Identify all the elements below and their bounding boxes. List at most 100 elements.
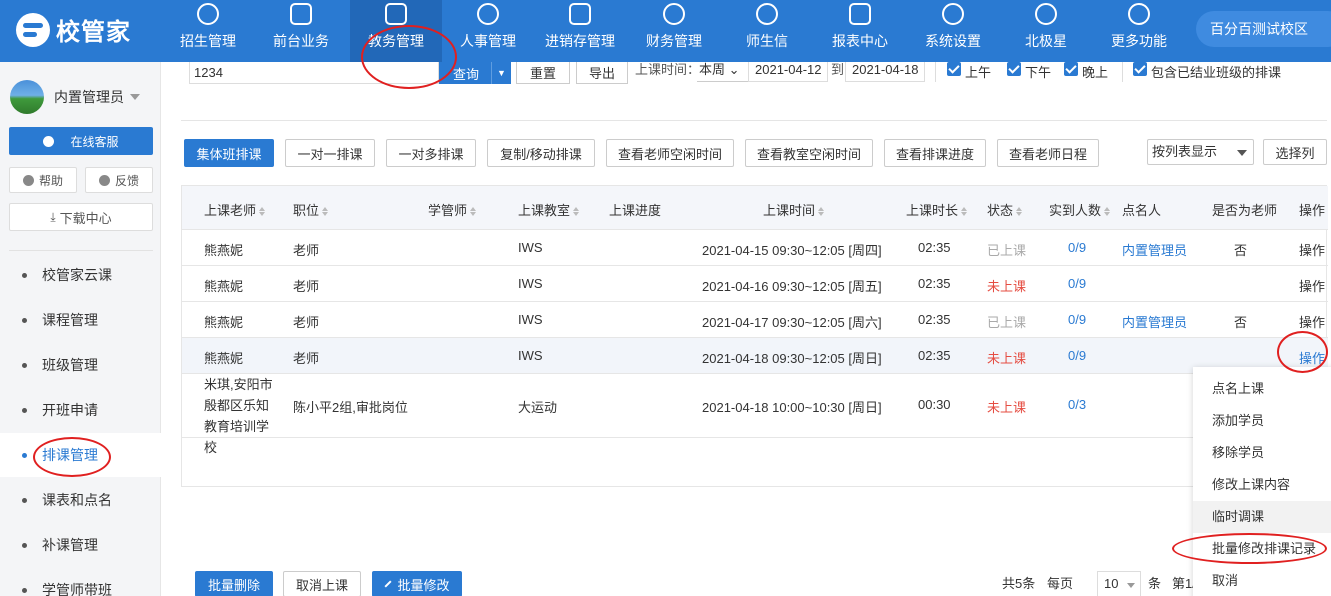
- header-duration[interactable]: 上课时长: [906, 200, 968, 219]
- menu-item-remove-student[interactable]: 移除学员: [1193, 437, 1331, 469]
- sidebar-item-makeup[interactable]: 补课管理: [0, 523, 161, 567]
- reset-button[interactable]: 重置: [516, 62, 570, 84]
- view-mode-select[interactable]: 按列表显示: [1147, 139, 1254, 165]
- header-advisor[interactable]: 学管师: [428, 200, 477, 219]
- copy-move-schedule-button[interactable]: 复制/移动排课: [487, 139, 595, 167]
- cell-caller[interactable]: 内置管理员: [1122, 240, 1187, 259]
- cell-attendance[interactable]: 0/3: [1068, 397, 1086, 412]
- choose-columns-button[interactable]: 选择列: [1263, 139, 1327, 165]
- header-attendance[interactable]: 实到人数: [1049, 200, 1111, 219]
- download-center-button[interactable]: ⤓ 下载中心: [9, 203, 153, 231]
- help-icon: [22, 174, 34, 186]
- batch-delete-button[interactable]: 批量删除: [195, 571, 273, 596]
- week-select[interactable]: 本周 ⌄: [697, 62, 749, 82]
- cell-position: 陈小平2组,审批岗位: [293, 400, 408, 415]
- header-time[interactable]: 上课时间: [763, 200, 825, 219]
- table-row[interactable]: 熊燕妮 老师 IWS 2021-04-15 09:30~12:05 [周四] 0…: [182, 230, 1328, 266]
- sort-icon: [322, 207, 329, 217]
- nav-label: 财务管理: [646, 33, 702, 49]
- sort-icon: [470, 207, 477, 217]
- evening-checkbox[interactable]: 晚上: [1064, 62, 1108, 81]
- checkbox-label: 晚上: [1082, 65, 1109, 80]
- sidebar-item-label: 课程管理: [42, 312, 98, 328]
- table-row[interactable]: 米琪,安阳市殷都区乐知教育培训学校 陈小平2组,审批岗位 大运动 2021-04…: [182, 374, 1328, 455]
- avatar: [10, 80, 44, 114]
- afternoon-checkbox[interactable]: 下午: [1007, 62, 1051, 81]
- nav-item-messages[interactable]: 师生信: [727, 0, 807, 62]
- checkbox-label: 包含已结业班级的排课: [1151, 65, 1282, 80]
- header-position[interactable]: 职位: [293, 200, 329, 219]
- nav-item-enrollment[interactable]: 招生管理: [168, 0, 248, 62]
- feedback-button[interactable]: 反馈: [85, 167, 153, 193]
- feedback-label: 反馈: [114, 173, 139, 188]
- operation-link[interactable]: 操作: [1299, 276, 1325, 295]
- operation-link[interactable]: 操作: [1299, 312, 1325, 331]
- menu-item-cancel[interactable]: 取消: [1193, 565, 1331, 596]
- nav-item-frontdesk[interactable]: 前台业务: [261, 0, 341, 62]
- morning-checkbox[interactable]: 上午: [947, 62, 991, 81]
- nav-label: 系统设置: [925, 33, 981, 49]
- cell-duration: 00:30: [918, 397, 951, 412]
- cell-duration: 02:35: [918, 312, 951, 327]
- nav-item-finance[interactable]: 财务管理: [634, 0, 714, 62]
- cancel-class-button[interactable]: 取消上课: [283, 571, 361, 596]
- cell-caller[interactable]: 内置管理员: [1122, 312, 1187, 331]
- cell-attendance[interactable]: 0/9: [1068, 348, 1086, 363]
- include-closed-checkbox[interactable]: 包含已结业班级的排课: [1133, 62, 1281, 81]
- operation-link[interactable]: 操作: [1299, 240, 1325, 259]
- bar-chart-icon: [849, 3, 871, 25]
- nav-item-hr[interactable]: 人事管理: [448, 0, 528, 62]
- cell-time: 2021-04-18 10:00~10:30 [周日]: [702, 400, 882, 415]
- sidebar-item-class[interactable]: 班级管理: [0, 343, 161, 387]
- sidebar-item-timetable[interactable]: 课表和点名: [0, 478, 161, 522]
- nav-item-reports[interactable]: 报表中心: [820, 0, 900, 62]
- header-teacher[interactable]: 上课老师: [204, 200, 266, 219]
- cell-attendance[interactable]: 0/9: [1068, 240, 1086, 255]
- batch-edit-button[interactable]: 批量修改: [372, 571, 462, 596]
- schedule-progress-button[interactable]: 查看排课进度: [884, 139, 986, 167]
- nav-item-inventory[interactable]: 进销存管理: [540, 0, 620, 62]
- table-row[interactable]: 熊燕妮 老师 IWS 2021-04-18 09:30~12:05 [周日] 0…: [182, 338, 1328, 374]
- nav-item-settings[interactable]: 系统设置: [913, 0, 993, 62]
- header-room[interactable]: 上课教室: [518, 200, 580, 219]
- nav-label: 更多功能: [1111, 33, 1167, 49]
- page-size-select[interactable]: 10: [1097, 571, 1141, 596]
- one-to-one-schedule-button[interactable]: 一对一排课: [285, 139, 375, 167]
- user-name: 内置管理员: [54, 89, 124, 105]
- chevron-down-icon: [1237, 150, 1247, 156]
- campus-selector[interactable]: 百分百测试校区: [1196, 11, 1331, 47]
- menu-item-roll-call[interactable]: 点名上课: [1193, 373, 1331, 405]
- cell-attendance[interactable]: 0/9: [1068, 276, 1086, 291]
- cell-attendance[interactable]: 0/9: [1068, 312, 1086, 327]
- date-to-input[interactable]: 2021-04-18: [845, 62, 925, 82]
- table-row[interactable]: 熊燕妮 老师 IWS 2021-04-17 09:30~12:05 [周六] 0…: [182, 302, 1328, 338]
- nav-item-more[interactable]: 更多功能: [1099, 0, 1179, 62]
- sidebar-item-advisor[interactable]: 学管师带班: [0, 568, 161, 596]
- cell-teacher: 熊燕妮: [204, 351, 244, 366]
- menu-item-edit-content[interactable]: 修改上课内容: [1193, 469, 1331, 501]
- export-button[interactable]: 导出: [576, 62, 628, 84]
- app-name: 校管家: [56, 19, 131, 46]
- date-from-input[interactable]: 2021-04-12: [748, 62, 828, 82]
- menu-item-temp-reschedule[interactable]: 临时调课: [1193, 501, 1331, 533]
- nav-item-polaris[interactable]: 北极星: [1006, 0, 1086, 62]
- bullet-icon: [22, 498, 27, 503]
- teacher-free-time-button[interactable]: 查看老师空闲时间: [606, 139, 734, 167]
- one-to-many-schedule-button[interactable]: 一对多排课: [386, 139, 476, 167]
- sidebar-item-course[interactable]: 课程管理: [0, 298, 161, 342]
- header-status[interactable]: 状态: [987, 200, 1023, 219]
- menu-item-add-student[interactable]: 添加学员: [1193, 405, 1331, 437]
- app-logo[interactable]: 校管家: [16, 12, 131, 47]
- teacher-schedule-button[interactable]: 查看老师日程: [997, 139, 1099, 167]
- cell-room: IWS: [518, 348, 543, 363]
- main-content: 查询 ▼ 重置 导出 上课时间： 本周 ⌄ 2021-04-12 到 2021-…: [161, 62, 1331, 596]
- room-free-time-button[interactable]: 查看教室空闲时间: [745, 139, 873, 167]
- group-class-schedule-button[interactable]: 集体班排课: [184, 139, 274, 167]
- sidebar-item-cloud-class[interactable]: 校管家云课: [0, 253, 161, 297]
- sidebar-item-open-class[interactable]: 开班申请: [0, 388, 161, 432]
- online-service-button[interactable]: 在线客服: [9, 127, 153, 155]
- help-button[interactable]: 帮助: [9, 167, 77, 193]
- chevron-down-icon[interactable]: ▼: [491, 62, 511, 84]
- user-profile[interactable]: 内置管理员: [10, 80, 140, 114]
- table-row[interactable]: 熊燕妮 老师 IWS 2021-04-16 09:30~12:05 [周五] 0…: [182, 266, 1328, 302]
